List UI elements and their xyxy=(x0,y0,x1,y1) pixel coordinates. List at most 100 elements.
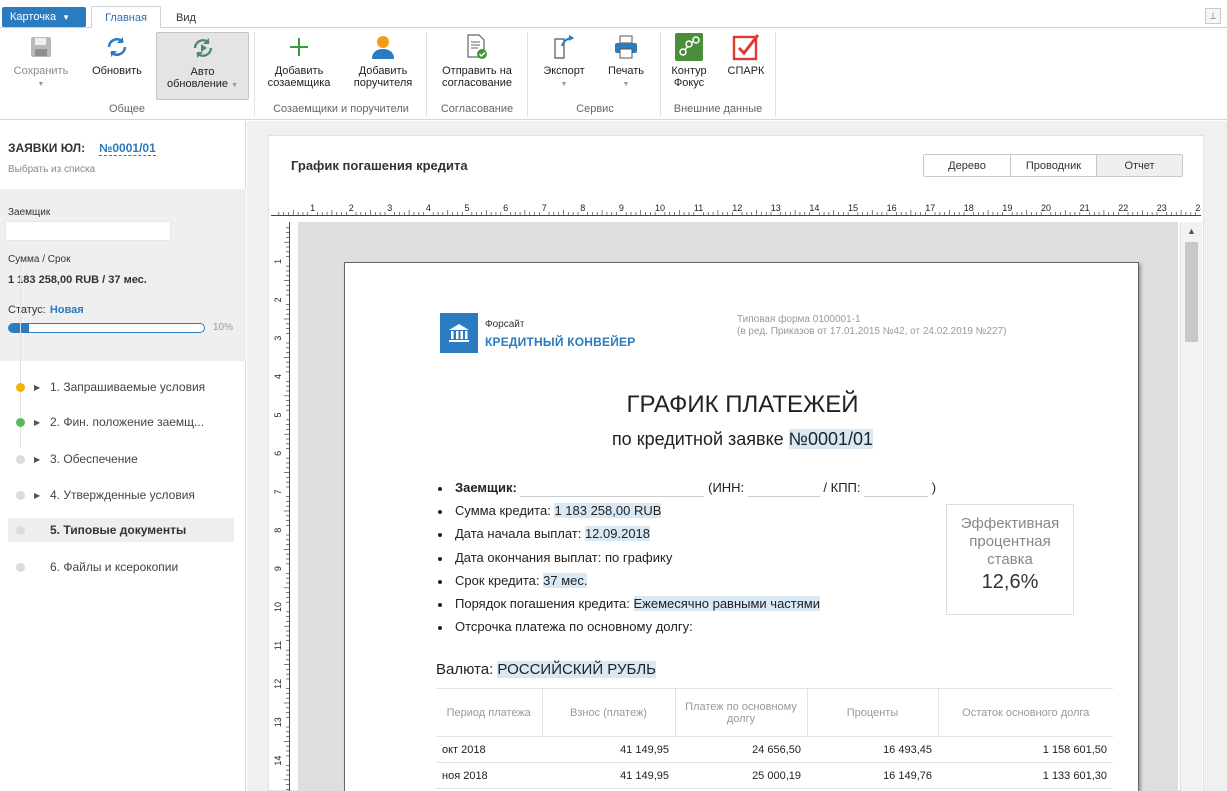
tab-home[interactable]: Главная xyxy=(91,6,161,29)
step-files-copies[interactable]: 6. Файлы и ксерокопии xyxy=(8,555,234,579)
list-item: Дата начала выплат: 12.09.2018 xyxy=(437,525,936,548)
group-coborrowers-label: Созаемщики и поручители xyxy=(273,103,409,115)
ribbon-separator xyxy=(254,32,255,116)
card-menu-button[interactable]: Карточка ▼ xyxy=(2,7,86,27)
table-row: окт 2018 41 149,95 24 656,50 16 493,45 1… xyxy=(436,736,1113,763)
step-standard-documents[interactable]: 5. Типовые документы xyxy=(8,518,234,542)
close-paren: ) xyxy=(931,480,937,495)
expand-arrow-icon[interactable]: ▶ xyxy=(34,491,40,500)
borrower-field[interactable] xyxy=(5,221,171,241)
progress-fill xyxy=(9,324,29,332)
ruler-label: 11 xyxy=(694,203,703,213)
borrower-label: Заемщик: xyxy=(455,480,517,495)
spark-icon xyxy=(732,32,760,62)
ribbon-tabs-row: Карточка ▼ Главная Вид ⊥ xyxy=(0,0,1227,29)
chevron-down-icon: ▼ xyxy=(37,81,45,88)
currency-value: РОССИЙСКИЙ РУБЛЬ xyxy=(497,661,657,678)
chevron-down-icon: ▼ xyxy=(622,81,630,88)
scroll-thumb[interactable] xyxy=(1185,242,1198,342)
form-note-line-2: (в ред. Приказов от 17.01.2015 №42, от 2… xyxy=(737,326,1007,337)
principal-cell: 24 656,50 xyxy=(675,736,807,763)
request-number-link[interactable]: №0001/01 xyxy=(99,141,156,156)
payment-cell: 41 149,95 xyxy=(542,762,675,789)
principal-cell: 25 000,19 xyxy=(675,762,807,789)
list-item: Отсрочка платежа по основному долгу: xyxy=(437,618,936,641)
ruler-label: 15 xyxy=(848,203,858,213)
step-requested-terms[interactable]: ▶ 1. Запрашиваемые условия xyxy=(8,375,234,399)
document-check-icon xyxy=(463,32,491,62)
refresh-button[interactable]: Обновить xyxy=(84,32,150,96)
tab-view[interactable]: Вид xyxy=(166,6,206,29)
print-button[interactable]: Печать ▼ xyxy=(598,32,654,96)
ruler-label: 1 xyxy=(310,203,315,213)
spark-button[interactable]: СПАРК xyxy=(720,32,772,96)
borrower-label: Заемщик xyxy=(8,207,51,218)
ruler-label: 7 xyxy=(542,203,547,213)
add-coborrower-button[interactable]: Добавить созаемщика xyxy=(262,32,336,96)
progress-bar xyxy=(8,323,205,333)
view-tree-button[interactable]: Дерево xyxy=(924,155,1011,176)
add-coborrower-label-1: Добавить xyxy=(274,65,324,77)
view-report-button[interactable]: Отчет xyxy=(1097,155,1182,176)
add-guarantor-button[interactable]: Добавить поручителя xyxy=(346,32,420,96)
column-header: Платеж по основному долгу xyxy=(675,688,808,737)
ruler-label: 5 xyxy=(273,412,283,417)
ribbon-separator xyxy=(775,32,776,116)
view-explorer-button[interactable]: Проводник xyxy=(1011,155,1097,176)
auto-refresh-button[interactable]: Авто обновление ▼ xyxy=(156,32,249,100)
ruler-label: 13 xyxy=(771,203,781,213)
add-guarantor-label-2: поручителя xyxy=(353,77,413,89)
ruler-label: 9 xyxy=(273,566,283,571)
kontur-label-1: Контур xyxy=(671,65,707,77)
kontur-focus-button[interactable]: Контур Фокус xyxy=(664,32,714,96)
loan-details-list: Заемщик: (ИНН: / КПП: ) Сумма кредита: 1… xyxy=(437,479,936,641)
repayment-order-value: Ежемесячно равными частями xyxy=(633,595,820,611)
print-label: Печать xyxy=(607,65,645,77)
scroll-up-icon[interactable]: ▲ xyxy=(1181,226,1202,238)
auto-refresh-label-2: обновление ▼ xyxy=(166,78,239,90)
balance-cell: 1 133 601,30 xyxy=(938,762,1113,789)
step-label: 1. Запрашиваемые условия xyxy=(50,380,206,394)
save-button[interactable]: Сохранить ▼ xyxy=(6,32,76,96)
expand-arrow-icon[interactable]: ▶ xyxy=(34,418,40,427)
group-approval-label: Согласование xyxy=(440,103,514,115)
step-collateral[interactable]: ▶ 3. Обеспечение xyxy=(8,447,234,471)
auto-refresh-label-1: Авто xyxy=(190,66,215,78)
form-note-line-1: Типовая форма 0100001-1 xyxy=(737,314,861,325)
status-badge: Новая xyxy=(49,304,84,316)
sum-term-label: Сумма / Срок xyxy=(8,254,71,265)
step-approved-terms[interactable]: ▶ 4. Утвержденные условия xyxy=(8,483,234,507)
list-item: Порядок погашения кредита: Ежемесячно ра… xyxy=(437,595,936,618)
ruler-label: 18 xyxy=(964,203,974,213)
balance-cell: 1 158 601,50 xyxy=(938,736,1113,763)
pin-ribbon-icon[interactable]: ⊥ xyxy=(1205,8,1221,24)
ruler-label: 13 xyxy=(273,717,283,727)
export-label: Экспорт xyxy=(543,65,585,77)
horizontal-ruler: 123456789101112131415161718192021222324 xyxy=(271,203,1201,216)
start-date-value: 12.09.2018 xyxy=(584,526,651,542)
column-header: Проценты xyxy=(807,688,939,737)
expand-arrow-icon[interactable]: ▶ xyxy=(34,455,40,464)
export-button[interactable]: Экспорт ▼ xyxy=(536,32,592,96)
choose-from-list-link[interactable]: Выбрать из списка xyxy=(8,164,95,175)
step-financial-position[interactable]: ▶ 2. Фин. положение заемщ... xyxy=(8,410,234,434)
effective-rate-value: 12,6% xyxy=(981,571,1039,593)
kontur-focus-icon xyxy=(675,32,703,62)
send-for-approval-button[interactable]: Отправить на согласование xyxy=(434,32,520,96)
status-dot-icon xyxy=(16,490,25,500)
logo-product-name: КРЕДИТНЫЙ КОНВЕЙЕР xyxy=(485,335,636,349)
status-label: Статус: xyxy=(8,304,46,316)
request-number-highlight: №0001/01 xyxy=(788,429,874,449)
ruler-label: 20 xyxy=(1041,203,1051,213)
ruler-label: 2 xyxy=(349,203,354,213)
expand-arrow-icon[interactable]: ▶ xyxy=(34,383,40,392)
chevron-down-icon: ▼ xyxy=(62,12,71,22)
ribbon-separator xyxy=(660,32,661,116)
vertical-scrollbar[interactable]: ▲ xyxy=(1180,222,1202,791)
refresh-label: Обновить xyxy=(92,65,142,77)
group-external-label: Внешние данные xyxy=(673,103,763,115)
ruler-label: 6 xyxy=(273,451,283,456)
step-label: 3. Обеспечение xyxy=(50,452,138,466)
person-icon xyxy=(369,32,397,62)
table-header-row: Период платежа Взнос (платеж) Платеж по … xyxy=(436,688,1113,737)
